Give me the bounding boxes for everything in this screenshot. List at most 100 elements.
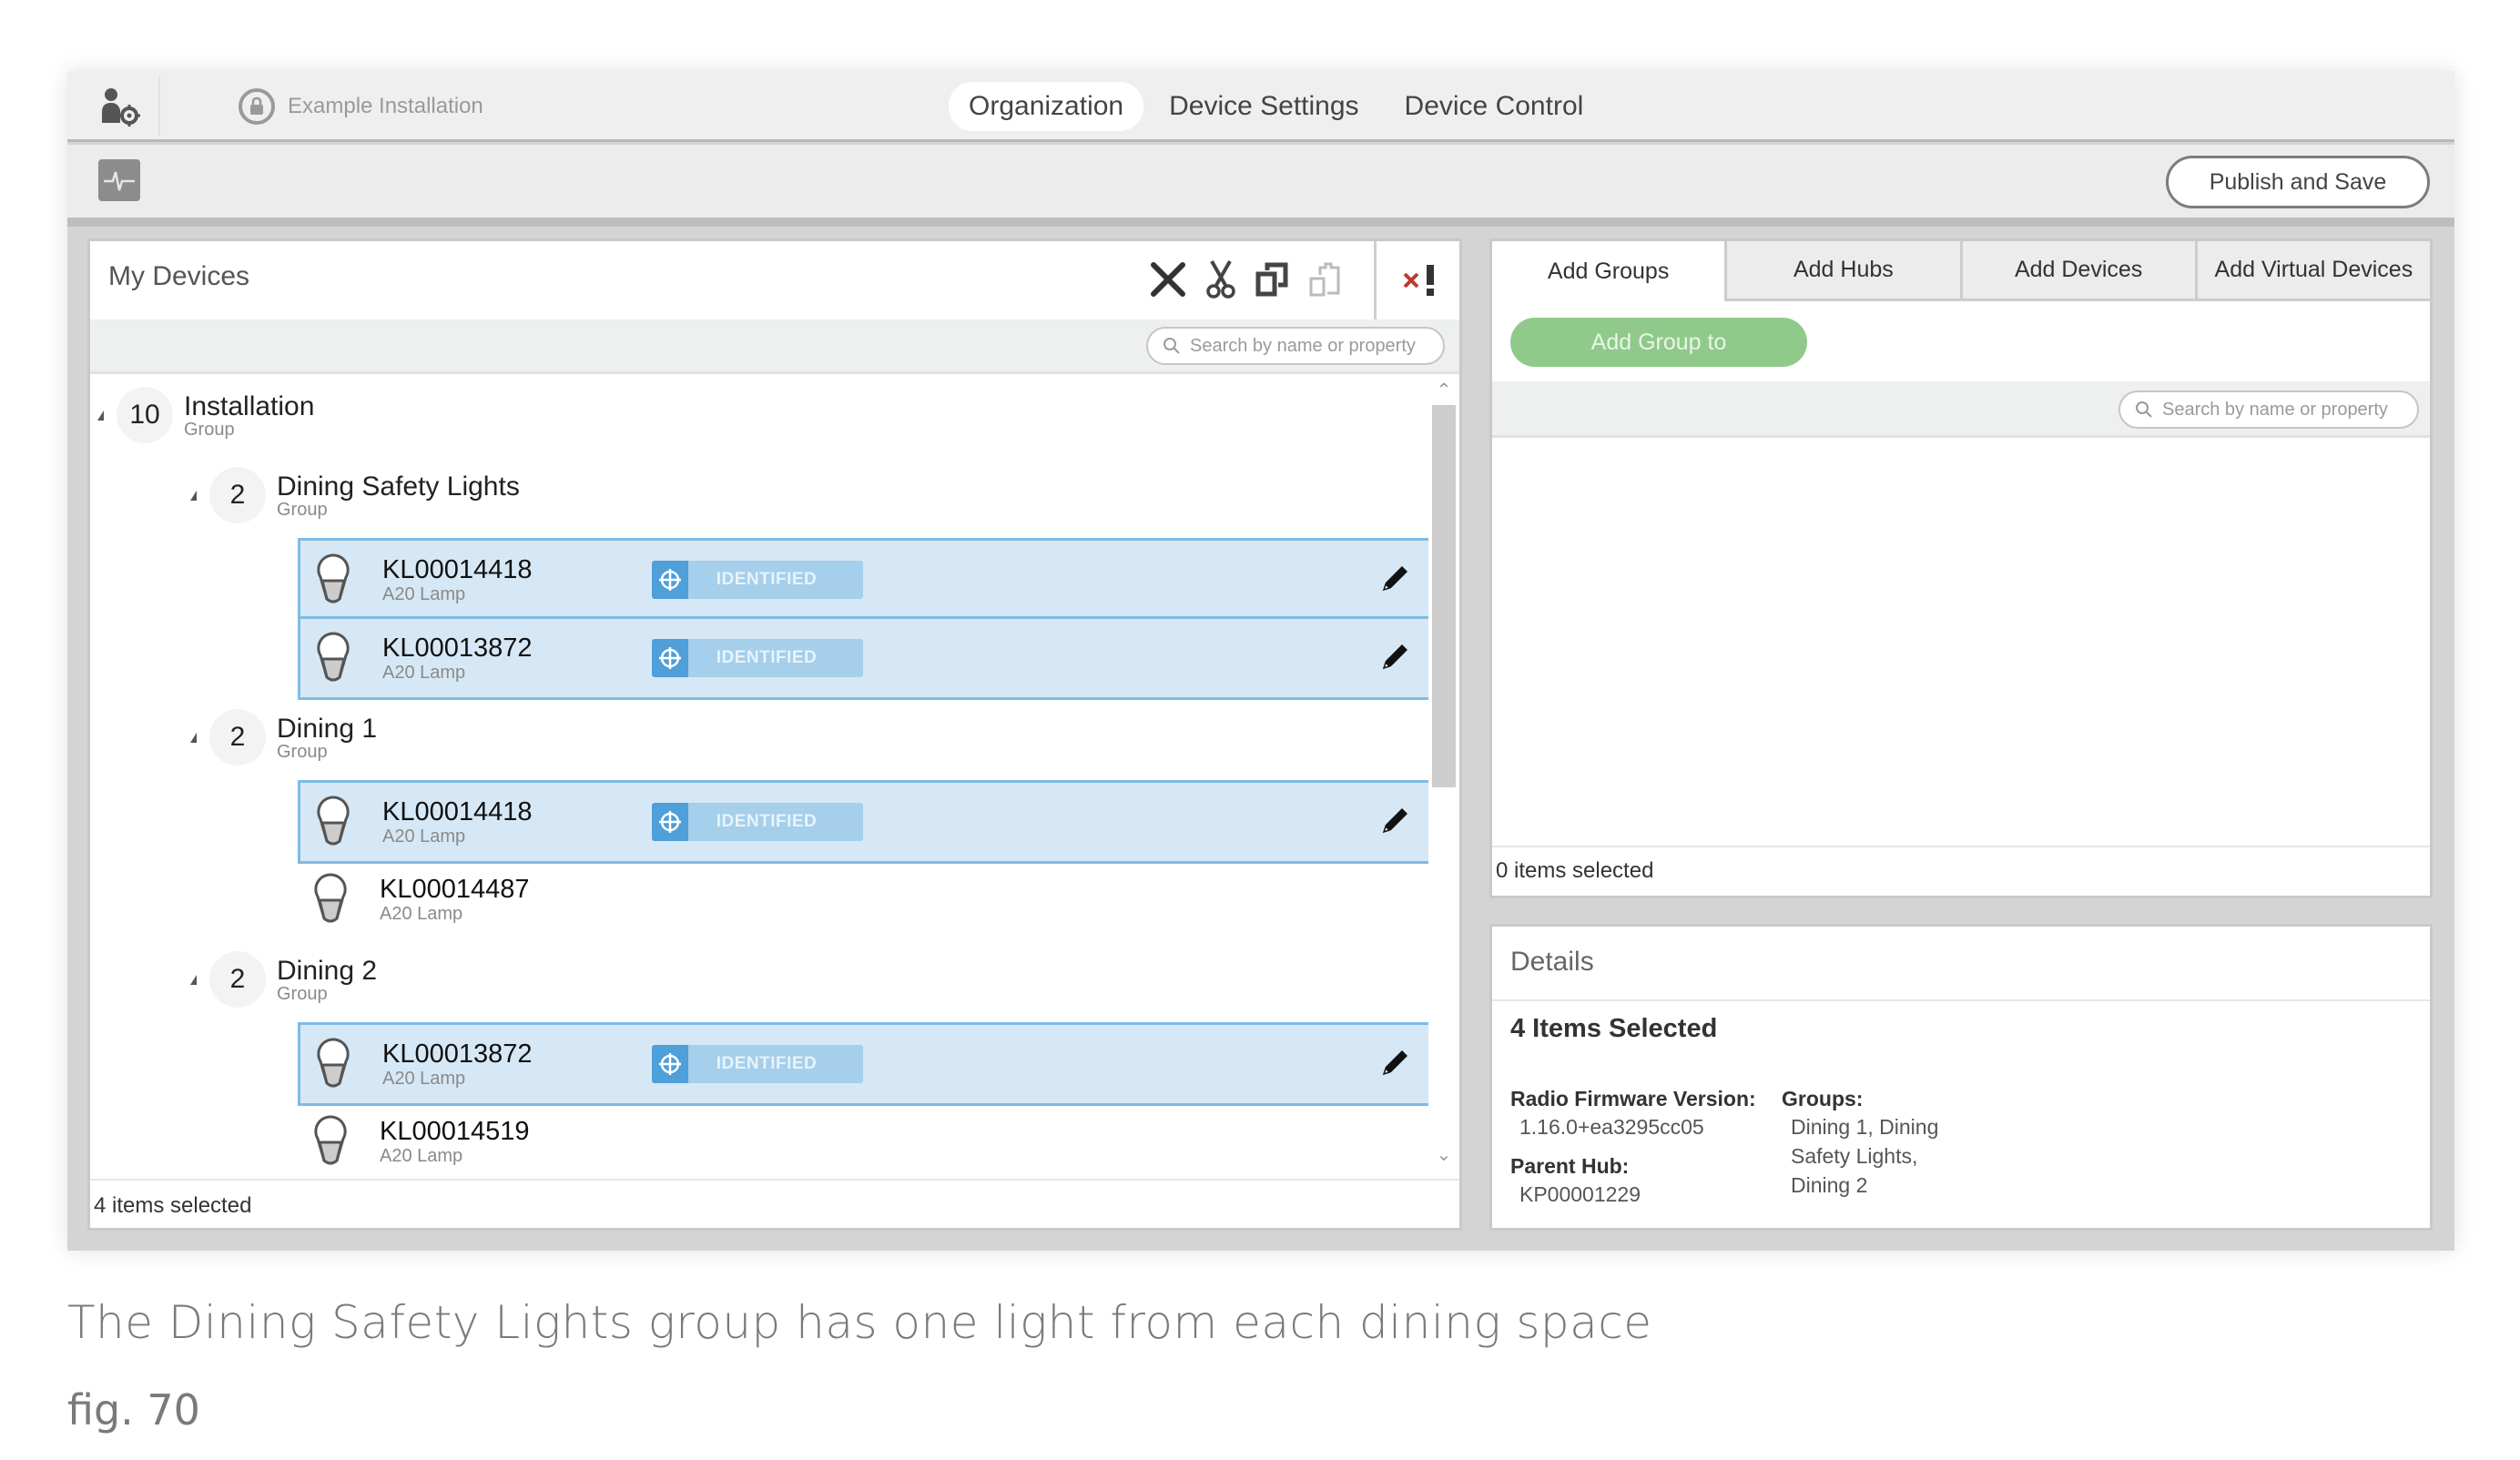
add-search-input[interactable]: Search by name or property — [2119, 390, 2419, 429]
tab-add-hubs[interactable]: Add Hubs — [1727, 241, 1963, 301]
edit-pencil-icon[interactable] — [1377, 803, 1413, 839]
tree-scrollbar[interactable]: ⌃ ⌄ — [1428, 378, 1459, 1170]
search-icon — [2136, 401, 2152, 418]
group-count: 2 — [209, 709, 266, 765]
groups-value-line: Dining 1, Dining — [1791, 1115, 1939, 1139]
app-window: Example Installation Organization Device… — [67, 71, 2454, 1251]
delete-button[interactable] — [1146, 254, 1190, 305]
groups-value-line: Dining 2 — [1791, 1173, 1868, 1197]
my-devices-panel: My Devices Search by name or property 10… — [87, 238, 1462, 1231]
tab-device-control[interactable]: Device Control — [1385, 82, 1604, 131]
device-row[interactable]: KL00014519 A20 Lamp — [298, 1102, 1428, 1181]
group-count: 10 — [117, 387, 173, 443]
user-settings-button[interactable] — [80, 76, 160, 137]
group-type: Group — [184, 420, 235, 440]
target-icon — [652, 639, 688, 677]
edit-pencil-icon[interactable] — [1377, 639, 1413, 675]
parent-hub-label: Parent Hub: — [1510, 1154, 1630, 1178]
device-row[interactable]: KL00014487 A20 Lamp — [298, 860, 1428, 938]
identified-status: IDENTIFIED — [716, 648, 818, 667]
installation-selector[interactable]: Example Installation — [239, 84, 483, 129]
tree-group-dining-safety-lights[interactable]: 2 Dining Safety Lights Group — [190, 467, 520, 523]
my-devices-header: My Devices — [90, 241, 1459, 319]
edit-pencil-icon[interactable] — [1377, 561, 1413, 597]
device-id: KL00014418 — [382, 555, 533, 584]
toolbar-divider — [1374, 241, 1377, 319]
expand-caret-icon[interactable] — [97, 410, 104, 421]
tab-add-groups[interactable]: Add Groups — [1492, 241, 1728, 301]
device-id: KL00013872 — [382, 1039, 533, 1069]
publish-and-save-button[interactable]: Publish and Save — [2166, 156, 2430, 208]
paste-button[interactable] — [1303, 254, 1346, 305]
device-tree: 10 Installation Group 2 Dining Safety Li… — [90, 378, 1434, 1170]
device-row[interactable]: KL00014418 A20 Lamp IDENTIFIED — [298, 538, 1434, 622]
expand-caret-icon[interactable] — [190, 490, 197, 501]
scroll-up-icon[interactable]: ⌃ — [1434, 381, 1454, 400]
panel-title: My Devices — [108, 261, 250, 291]
cut-icon — [1206, 260, 1235, 299]
lamp-icon — [317, 632, 350, 682]
device-id: KL00013872 — [382, 634, 533, 663]
expand-caret-icon[interactable] — [190, 732, 197, 743]
cut-button[interactable] — [1199, 254, 1243, 305]
identify-button[interactable]: IDENTIFIED — [652, 1045, 863, 1083]
tab-organization[interactable]: Organization — [949, 82, 1144, 131]
groups-value-line: Safety Lights, — [1791, 1144, 1918, 1168]
group-type: Group — [277, 742, 328, 762]
search-icon — [1163, 338, 1180, 354]
group-type: Group — [277, 984, 328, 1004]
lamp-icon — [314, 1115, 347, 1165]
identified-status: IDENTIFIED — [716, 1054, 818, 1073]
group-name: Dining 2 — [277, 956, 378, 986]
identify-button[interactable]: IDENTIFIED — [652, 639, 863, 677]
device-row[interactable]: KL00013872 A20 Lamp IDENTIFIED — [298, 1022, 1434, 1106]
identify-button[interactable]: IDENTIFIED — [652, 561, 863, 599]
divider — [1492, 999, 2430, 1001]
device-type: A20 Lamp — [382, 1069, 466, 1089]
scroll-down-icon[interactable]: ⌄ — [1434, 1146, 1454, 1164]
activity-button[interactable] — [98, 159, 140, 201]
selection-summary: 4 Items Selected — [1510, 1014, 1718, 1043]
selection-count: 4 items selected — [90, 1179, 1459, 1228]
add-group-to-button[interactable]: Add Group to — [1510, 318, 1807, 367]
device-type: A20 Lamp — [382, 663, 466, 683]
tree-group-dining-2[interactable]: 2 Dining 2 Group — [190, 951, 377, 1008]
device-row[interactable]: KL00013872 A20 Lamp IDENTIFIED — [298, 616, 1434, 700]
identify-button[interactable]: IDENTIFIED — [652, 803, 863, 841]
lamp-icon — [314, 873, 347, 923]
add-selection-count: 0 items selected — [1492, 846, 2430, 896]
my-devices-search-bar: Search by name or property — [90, 319, 1459, 374]
add-tabs: Add Groups Add Hubs Add Devices Add Virt… — [1492, 241, 2430, 301]
clear-errors-button[interactable] — [1394, 254, 1448, 305]
groups-value: Dining 1, Dining Safety Lights, Dining 2 — [1791, 1112, 1938, 1200]
tab-add-virtual-devices[interactable]: Add Virtual Devices — [2197, 241, 2430, 301]
lock-icon — [239, 88, 275, 125]
device-type: A20 Lamp — [382, 584, 466, 604]
copy-button[interactable] — [1250, 254, 1294, 305]
tree-group-installation[interactable]: 10 Installation Group — [97, 387, 314, 443]
tree-group-dining-1[interactable]: 2 Dining 1 Group — [190, 709, 377, 765]
identified-status: IDENTIFIED — [716, 812, 818, 831]
clear-errors-icon — [1403, 265, 1434, 296]
lamp-icon — [317, 553, 350, 603]
installation-name: Example Installation — [288, 94, 483, 118]
add-panel: Add Groups Add Hubs Add Devices Add Virt… — [1489, 238, 2433, 898]
device-row[interactable]: KL00014418 A20 Lamp IDENTIFIED — [298, 780, 1434, 864]
group-name: Dining 1 — [277, 714, 378, 744]
scrollbar-thumb[interactable] — [1432, 405, 1456, 787]
expand-caret-icon[interactable] — [190, 974, 197, 985]
identified-status: IDENTIFIED — [716, 570, 818, 589]
radio-firmware-label: Radio Firmware Version: — [1510, 1087, 1756, 1110]
group-count: 2 — [209, 467, 266, 523]
device-id: KL00014487 — [380, 875, 530, 904]
group-name: Installation — [184, 391, 315, 421]
target-icon — [652, 561, 688, 599]
edit-pencil-icon[interactable] — [1377, 1045, 1413, 1081]
my-devices-search-input[interactable]: Search by name or property — [1146, 327, 1445, 365]
lamp-icon — [317, 1038, 350, 1088]
tab-device-settings[interactable]: Device Settings — [1149, 82, 1378, 131]
device-type: A20 Lamp — [382, 826, 466, 847]
group-name: Dining Safety Lights — [277, 471, 520, 502]
target-icon — [652, 1045, 688, 1083]
tab-add-devices[interactable]: Add Devices — [1962, 241, 2198, 301]
